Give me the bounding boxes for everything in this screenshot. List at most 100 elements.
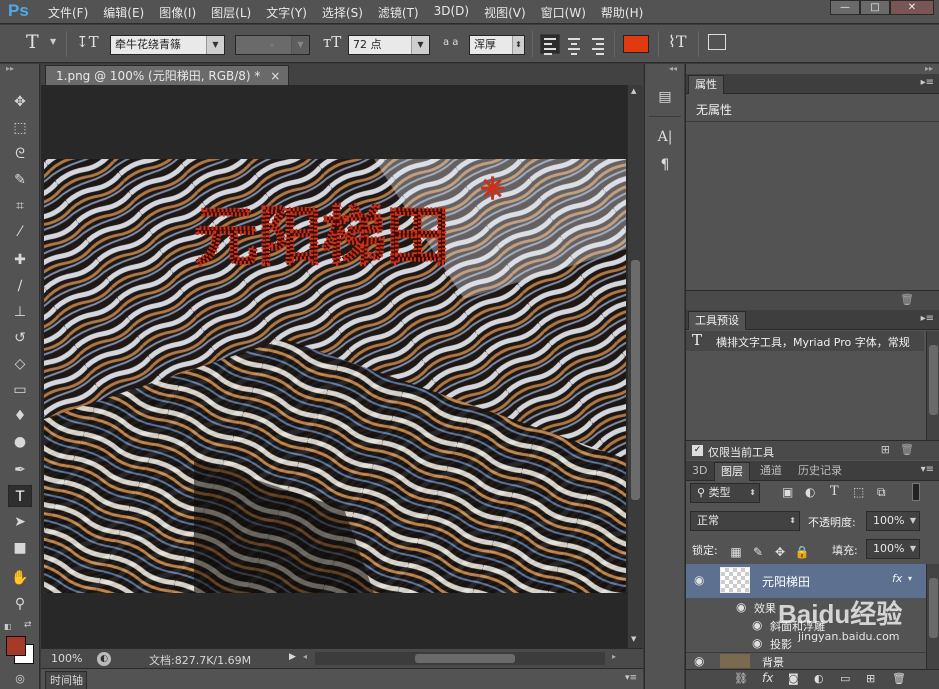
tool-preset-arrow-icon[interactable]: ▼ [50,37,56,46]
layer-row-text[interactable]: ◉ 元阳梯田 fx ▾ [686,564,926,598]
menu-type[interactable]: 文字(Y) [266,4,307,21]
adjustment-layer-icon[interactable]: ◐ [814,672,824,685]
antialias-select[interactable]: 浑厚 ⬍ [469,35,525,55]
scrollbar-thumb[interactable] [631,260,640,500]
align-right-button[interactable] [588,34,608,55]
eyedropper-tool-icon[interactable]: ⁄ [8,221,32,243]
zoom-level[interactable]: 100% [51,652,82,665]
trash-icon[interactable]: 🗑 [900,443,914,456]
visibility-eye-icon[interactable]: ◉ [694,573,704,587]
font-style-select[interactable]: - ▼ [235,35,310,55]
tab-layers[interactable]: 图层 [714,462,750,481]
menu-3d[interactable]: 3D(D) [434,4,469,21]
filter-shape-icon[interactable]: ⬚ [853,485,864,499]
layer-row-background[interactable]: ◉ 背景 [686,652,926,669]
collapse-effects-icon[interactable]: ▾ [908,574,912,583]
default-colors-icon[interactable]: ◧ [4,622,12,631]
gradient-tool-icon[interactable]: ▭ [8,379,32,401]
panel-menu-icon[interactable]: ▾≡ [921,464,934,475]
filter-toggle[interactable] [912,483,920,501]
trash-icon[interactable]: 🗑 [900,293,914,306]
link-layers-icon[interactable]: ⛓ [734,672,748,685]
hand-tool-icon[interactable]: ✋ [8,567,32,589]
fill-input[interactable]: 100% ▼ [866,539,920,559]
filter-adjustment-icon[interactable]: ◐ [805,485,815,499]
type-tool-icon[interactable]: T [8,485,32,507]
status-menu-icon[interactable]: ◐ [97,652,111,666]
new-group-icon[interactable]: ▭ [840,672,850,685]
rectangle-tool-icon[interactable]: ■ [8,537,32,559]
menu-window[interactable]: 窗口(W) [541,4,586,21]
dodge-tool-icon[interactable]: ● [8,431,32,453]
lock-position-icon[interactable]: ✥ [772,544,788,560]
layer-filter-select[interactable]: ⚲ 类型 ⬍ [690,483,760,503]
lock-all-icon[interactable]: 🔒 [794,544,810,560]
delete-layer-icon[interactable]: 🗑 [892,672,906,685]
horizontal-scrollbar-thumb[interactable] [415,654,515,663]
menu-help[interactable]: 帮助(H) [601,4,643,21]
foreground-color-swatch[interactable] [6,636,26,656]
document-tab[interactable]: 1.png @ 100% (元阳梯田, RGB/8) * × [45,65,290,85]
horizontal-scrollbar[interactable] [315,652,605,665]
canvas[interactable]: 元阳梯田 ✳ [44,159,626,593]
minimize-button[interactable]: — [830,0,860,15]
tab-3d[interactable]: 3D [686,462,713,481]
properties-tab[interactable]: 属性 [688,75,724,94]
align-center-button[interactable] [564,34,584,55]
move-tool-icon[interactable]: ✥ [8,91,32,113]
timeline-tab[interactable]: 时间轴 [45,671,87,689]
paragraph-panel-icon[interactable]: ¶ [653,154,677,176]
visibility-eye-icon[interactable]: ◉ [752,636,762,650]
panel-grip[interactable]: ▸▸ [0,64,39,74]
brush-tool-icon[interactable]: ∕ [8,275,32,297]
scrollbar-thumb[interactable] [929,578,938,638]
close-window-button[interactable]: ✕ [890,0,934,15]
font-family-select[interactable]: 牵牛花绕青篠 ▼ [110,35,225,55]
type-tool-icon[interactable]: T [26,31,39,53]
align-left-button[interactable] [540,34,560,55]
lock-transparent-icon[interactable]: ▦ [728,544,744,560]
clone-stamp-tool-icon[interactable]: ⊥ [8,301,32,323]
menu-layer[interactable]: 图层(L) [211,4,251,21]
warp-text-icon[interactable]: ⌇T [668,32,686,51]
menu-select[interactable]: 选择(S) [322,4,363,21]
quick-selection-tool-icon[interactable]: ✎ [8,169,32,191]
eraser-tool-icon[interactable]: ◇ [8,353,32,375]
character-panel-icon[interactable] [708,34,726,50]
filter-pixel-icon[interactable]: ▣ [782,485,793,499]
lasso-tool-icon[interactable]: ᘓ [8,143,32,165]
text-color-swatch[interactable] [623,35,649,53]
add-mask-icon[interactable]: ◙ [788,672,799,685]
filter-type-icon[interactable]: T [830,484,839,499]
crop-tool-icon[interactable]: ⌗ [8,195,32,217]
filter-smart-object-icon[interactable]: ⧉ [877,485,886,500]
add-style-icon[interactable]: fx [762,671,773,685]
tool-preset-item[interactable]: T 横排文字工具，Myriad Pro 字体，常规 [686,331,924,351]
history-brush-tool-icon[interactable]: ↺ [8,327,32,349]
scroll-up-icon[interactable]: ▲ [631,87,636,95]
menu-view[interactable]: 视图(V) [484,4,526,21]
menu-image[interactable]: 图像(I) [159,4,196,21]
panel-menu-icon[interactable]: ▾≡ [625,673,637,683]
tool-presets-tab[interactable]: 工具预设 [688,311,746,330]
quick-mask-icon[interactable]: ◎ [8,668,32,689]
scroll-down-icon[interactable]: ▼ [631,635,636,643]
zoom-tool-icon[interactable]: ⚲ [8,593,32,615]
font-size-select[interactable]: 72 点 ▼ [348,35,430,55]
maximize-button[interactable]: □ [860,0,890,15]
panel-menu-icon[interactable]: ▸≡ [921,313,934,324]
tool-presets-scrollbar[interactable] [926,331,939,441]
blend-mode-select[interactable]: 正常 ⬍ [690,511,800,531]
tool-presets-icon[interactable]: ▤ [653,86,677,108]
tab-history[interactable]: 历史记录 [792,462,848,481]
path-selection-tool-icon[interactable]: ➤ [8,511,32,533]
visibility-eye-icon[interactable]: ◉ [736,600,746,614]
panel-grip[interactable]: ◂◂ [645,64,684,74]
healing-brush-tool-icon[interactable]: ✚ [8,249,32,271]
lock-image-icon[interactable]: ✎ [750,544,766,560]
visibility-eye-icon[interactable]: ◉ [694,654,704,668]
orientation-toggle-icon[interactable]: ↧T [76,33,99,51]
new-layer-icon[interactable]: ⊞ [866,672,875,685]
opacity-input[interactable]: 100% ▼ [866,511,920,531]
layers-scrollbar[interactable] [926,564,939,669]
